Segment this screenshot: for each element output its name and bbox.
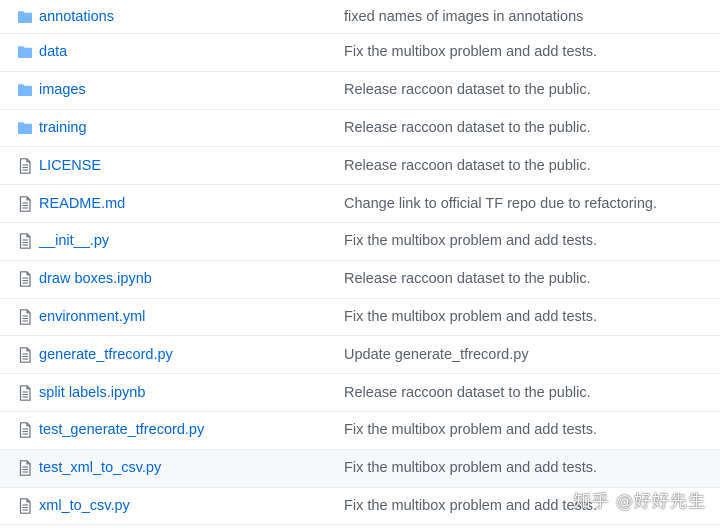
file-list: annotations fixed names of images in anno… bbox=[0, 0, 720, 526]
commit-message[interactable]: Change link to official TF repo due to r… bbox=[344, 196, 657, 212]
file-icon bbox=[16, 195, 33, 212]
file-link[interactable]: split labels.ipynb bbox=[39, 385, 145, 401]
file-icon bbox=[16, 271, 33, 287]
file-row[interactable]: environment.yml Fix the multibox problem … bbox=[0, 299, 720, 337]
file-icon bbox=[16, 346, 33, 363]
file-row[interactable]: data Fix the multibox problem and add tes… bbox=[0, 34, 720, 72]
file-icon bbox=[16, 422, 33, 439]
file-link[interactable]: __init__.py bbox=[39, 233, 109, 249]
file-row[interactable]: generate_tfrecord.py Update generate_tfre… bbox=[0, 336, 720, 375]
commit-message[interactable]: Fix the multibox problem and add tests. bbox=[344, 309, 597, 325]
commit-message[interactable]: Release raccoon dataset to the public. bbox=[344, 120, 591, 136]
file-row[interactable]: split labels.ipynb Release raccoon datase… bbox=[0, 374, 720, 412]
file-link[interactable]: LICENSE bbox=[39, 158, 101, 174]
file-icon bbox=[16, 498, 33, 514]
folder-icon bbox=[16, 9, 33, 25]
file-link[interactable]: xml_to_csv.py bbox=[39, 498, 130, 514]
file-icon bbox=[16, 309, 33, 325]
watermark: 知乎 @好好先生 bbox=[573, 492, 706, 512]
file-link[interactable]: generate_tfrecord.py bbox=[39, 347, 173, 363]
file-row[interactable]: annotations fixed names of images in anno… bbox=[0, 0, 720, 34]
folder-icon bbox=[16, 82, 33, 98]
file-row[interactable]: README.md Change link to official TF repo… bbox=[0, 185, 720, 223]
commit-message[interactable]: Release raccoon dataset to the public. bbox=[344, 385, 591, 401]
file-icon bbox=[16, 460, 33, 476]
commit-message[interactable]: fixed names of images in annotations bbox=[344, 9, 583, 25]
file-row[interactable]: LICENSE Release raccoon dataset to the pu… bbox=[0, 147, 720, 186]
commit-message[interactable]: Update generate_tfrecord.py bbox=[344, 347, 529, 363]
file-row[interactable]: images Release raccoon dataset to the pub… bbox=[0, 72, 720, 110]
commit-message[interactable]: Release raccoon dataset to the public. bbox=[344, 271, 591, 287]
commit-message[interactable]: Fix the multibox problem and add tests. bbox=[344, 233, 597, 249]
file-row[interactable]: __init__.py Fix the multibox problem and … bbox=[0, 223, 720, 261]
folder-link[interactable]: data bbox=[39, 44, 67, 60]
file-link[interactable]: test_generate_tfrecord.py bbox=[39, 422, 204, 438]
file-icon bbox=[16, 233, 33, 250]
commit-message[interactable]: Release raccoon dataset to the public. bbox=[344, 158, 591, 174]
file-link[interactable]: draw boxes.ipynb bbox=[39, 271, 152, 287]
file-row[interactable]: draw boxes.ipynb Release raccoon dataset … bbox=[0, 261, 720, 299]
file-row[interactable]: training Release raccoon dataset to the p… bbox=[0, 110, 720, 148]
file-row[interactable]: test_generate_tfrecord.py Fix the multibo… bbox=[0, 412, 720, 450]
commit-message[interactable]: Fix the multibox problem and add tests. bbox=[344, 498, 597, 514]
file-link[interactable]: README.md bbox=[39, 196, 125, 212]
commit-message[interactable]: Fix the multibox problem and add tests. bbox=[344, 422, 597, 438]
commit-message[interactable]: Release raccoon dataset to the public. bbox=[344, 82, 591, 98]
folder-icon bbox=[16, 120, 33, 136]
file-icon bbox=[16, 157, 33, 174]
commit-message[interactable]: Fix the multibox problem and add tests. bbox=[344, 460, 597, 476]
folder-link[interactable]: annotations bbox=[39, 9, 114, 25]
file-icon bbox=[16, 384, 33, 401]
file-row[interactable]: test_xml_to_csv.py Fix the multibox probl… bbox=[0, 449, 720, 488]
file-link[interactable]: environment.yml bbox=[39, 309, 145, 325]
file-link[interactable]: test_xml_to_csv.py bbox=[39, 460, 161, 476]
folder-icon bbox=[16, 44, 33, 60]
commit-message[interactable]: Fix the multibox problem and add tests. bbox=[344, 44, 597, 60]
folder-link[interactable]: images bbox=[39, 82, 86, 98]
folder-link[interactable]: training bbox=[39, 120, 87, 136]
